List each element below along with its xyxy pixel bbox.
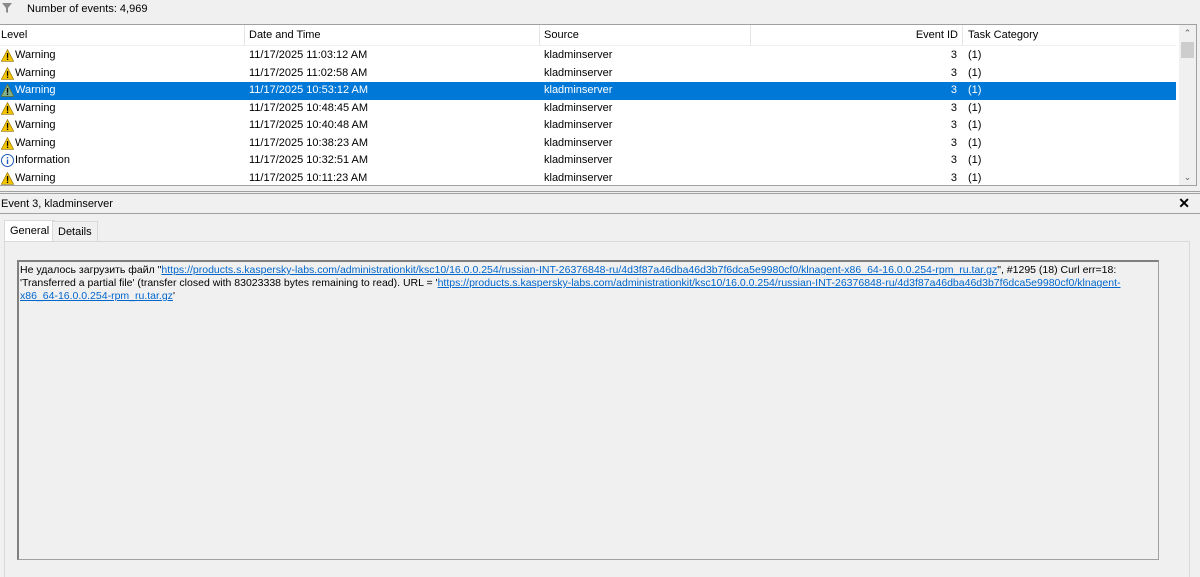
event-message[interactable]: Не удалось загрузить файл "https://produ… (17, 260, 1159, 560)
cell-source: kladminserver (544, 154, 613, 166)
cell-source: kladminserver (544, 119, 613, 131)
table-row[interactable]: Warning 11/17/2025 11:02:58 AM kladminserv… (0, 65, 1176, 83)
cell-task-category: (1) (968, 136, 982, 149)
warning-icon (1, 171, 14, 185)
warning-icon (1, 101, 14, 115)
warning-icon (1, 84, 14, 97)
cell-level: Warning (15, 119, 56, 131)
warning-icon (1, 49, 14, 62)
message-suffix: ' (172, 290, 175, 302)
cell-date-time: 11/17/2025 10:48:45 AM (249, 101, 369, 114)
cell-date-time: 11/17/2025 10:32:51 AM (249, 154, 369, 166)
cell-task-category: (1) (968, 66, 982, 79)
cell-level: Warning (15, 66, 56, 79)
warning-icon (1, 136, 14, 150)
vertical-scrollbar[interactable]: ⌃ ⌄ (1179, 25, 1196, 185)
cell-source: kladminserver (544, 84, 613, 96)
column-event-id[interactable]: Event ID (916, 29, 958, 41)
toolbar: Number of events: 4,969 (0, 0, 1200, 20)
scrollbar-thumb[interactable] (1181, 42, 1194, 58)
cell-event-id: 3 (950, 136, 957, 149)
download-link[interactable]: https://products.s.kaspersky-labs.com/ad… (161, 264, 997, 276)
event-count: Number of events: 4,969 (27, 3, 148, 15)
cell-source: kladminserver (544, 171, 613, 184)
detail-title: Event 3, kladminserver (1, 198, 113, 210)
table-row[interactable]: Warning 11/17/2025 10:11:23 AM kladminserv… (0, 170, 1176, 188)
column-date-time[interactable]: Date and Time (249, 29, 321, 41)
detail-header: Event 3, kladminserver ✕ (0, 194, 1200, 214)
table-row[interactable]: Warning 11/17/2025 10:48:45 AM kladminserv… (0, 100, 1176, 118)
cell-source: kladminserver (544, 66, 613, 79)
column-task-category[interactable]: Task Category (968, 29, 1038, 41)
cell-level: Warning (15, 49, 56, 61)
cell-task-category: (1) (968, 119, 982, 131)
cell-source: kladminserver (544, 49, 613, 61)
events-table: Level Date and Time Source Event ID Task… (0, 24, 1197, 186)
cell-source: kladminserver (544, 101, 613, 114)
cell-level: Warning (15, 136, 56, 149)
close-icon[interactable]: ✕ (1178, 195, 1190, 212)
column-source[interactable]: Source (544, 29, 579, 41)
cell-date-time: 11/17/2025 10:40:48 AM (249, 119, 369, 131)
warning-icon (1, 66, 14, 80)
scroll-up-icon[interactable]: ⌃ (1179, 25, 1196, 41)
cell-event-id: 3 (950, 171, 957, 184)
table-row[interactable]: Information 11/17/2025 10:32:51 AM kladmin… (0, 152, 1176, 170)
cell-date-time: 11/17/2025 10:38:23 AM (249, 136, 369, 149)
cell-date-time: 11/17/2025 11:02:58 AM (249, 66, 368, 79)
filter-icon[interactable] (2, 3, 12, 13)
cell-task-category: (1) (968, 154, 982, 166)
cell-task-category: (1) (968, 101, 982, 114)
cell-level: Warning (15, 101, 56, 114)
general-panel: Не удалось загрузить файл "https://produ… (4, 241, 1190, 577)
warning-icon (1, 119, 14, 132)
cell-event-id: 3 (950, 84, 957, 96)
cell-task-category: (1) (968, 84, 982, 96)
cell-date-time: 11/17/2025 10:53:12 AM (249, 84, 369, 96)
cell-task-category: (1) (968, 171, 982, 184)
cell-event-id: 3 (950, 49, 957, 61)
column-level[interactable]: Level (1, 29, 27, 41)
cell-task-category: (1) (968, 49, 982, 61)
cell-level: Warning (15, 84, 56, 96)
cell-date-time: 11/17/2025 11:03:12 AM (249, 49, 368, 61)
table-row[interactable]: Warning 11/17/2025 10:53:12 AM kladminserv… (0, 82, 1176, 100)
tab-general[interactable]: General (4, 220, 56, 242)
cell-event-id: 3 (950, 119, 957, 131)
cell-event-id: 3 (950, 154, 957, 166)
table-row[interactable]: Warning 11/17/2025 10:38:23 AM kladminserv… (0, 135, 1176, 153)
cell-level: Information (15, 154, 71, 166)
cell-level: Warning (15, 171, 56, 184)
table-header: Level Date and Time Source Event ID Task… (0, 25, 1176, 46)
cell-date-time: 11/17/2025 10:11:23 AM (249, 171, 368, 184)
information-icon (1, 154, 14, 167)
table-row[interactable]: Warning 11/17/2025 11:03:12 AM kladminserv… (0, 47, 1176, 65)
cell-event-id: 3 (950, 101, 957, 114)
message-prefix: Не удалось загрузить файл " (20, 264, 162, 276)
cell-source: kladminserver (544, 136, 613, 149)
scroll-down-icon[interactable]: ⌄ (1179, 169, 1196, 185)
tab-details[interactable]: Details (52, 221, 98, 242)
cell-event-id: 3 (950, 66, 957, 79)
table-row[interactable]: Warning 11/17/2025 10:40:48 AM kladminserv… (0, 117, 1176, 135)
